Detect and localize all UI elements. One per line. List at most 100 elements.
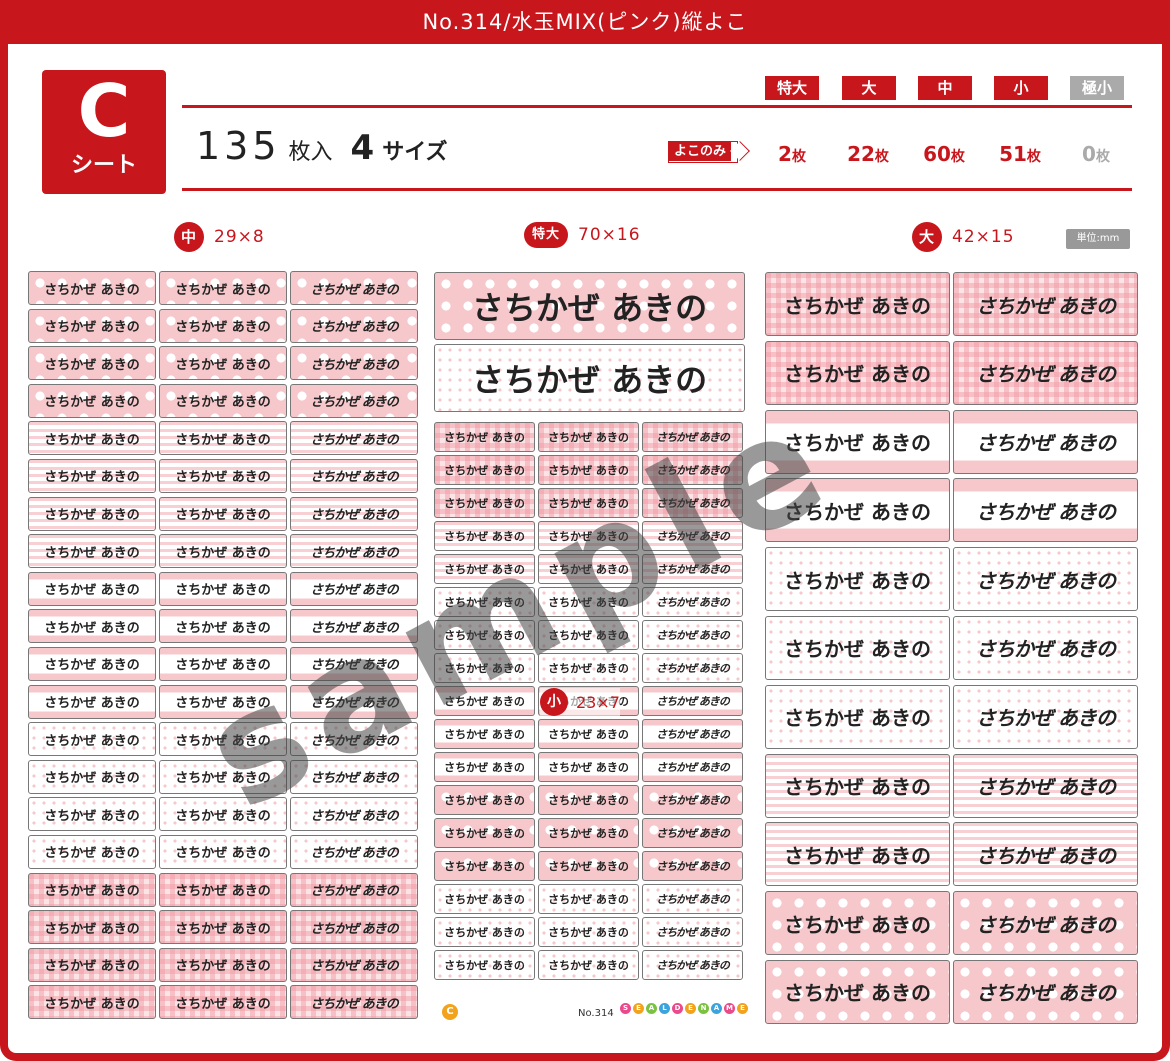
name-label: さちかぜ あきの	[642, 455, 743, 485]
name-label: さちかぜ あきの	[434, 272, 745, 340]
name-label: さちかぜ あきの	[290, 308, 418, 343]
name-label: さちかぜ あきの	[159, 834, 287, 869]
horizontal-only-tag: よこのみ	[668, 141, 750, 163]
name-label: さちかぜ あきの	[159, 571, 287, 606]
name-label: さちかぜ あきの	[28, 684, 156, 719]
brand-logo-letter: N	[698, 1003, 709, 1014]
legend-medium-dims: 29×8	[214, 227, 265, 247]
name-label: さちかぜ あきの	[538, 488, 639, 518]
legend-small-badge: 小	[540, 688, 568, 716]
brand-logo-letter: A	[711, 1003, 722, 1014]
label-count-unit: 枚入	[288, 140, 333, 165]
name-label: さちかぜ あきの	[290, 985, 418, 1020]
name-label: さちかぜ あきの	[538, 851, 639, 881]
name-label: さちかぜ あきの	[28, 722, 156, 757]
qty-xlarge: 2枚	[778, 142, 806, 166]
name-label: さちかぜ あきの	[765, 615, 950, 680]
name-label: さちかぜ あきの	[765, 684, 950, 749]
size-badge-medium: 中	[918, 76, 972, 100]
name-label: さちかぜ あきの	[159, 985, 287, 1020]
name-label: さちかぜ あきの	[434, 488, 535, 518]
name-label: さちかぜ あきの	[642, 587, 743, 617]
name-label: さちかぜ あきの	[159, 458, 287, 493]
name-label: さちかぜ あきの	[642, 950, 743, 980]
name-label: さちかぜ あきの	[159, 872, 287, 907]
qty-large: 22枚	[847, 142, 889, 166]
name-label: さちかぜ あきの	[538, 818, 639, 848]
name-label: さちかぜ あきの	[290, 421, 418, 456]
name-label: さちかぜ あきの	[434, 818, 535, 848]
name-label: さちかぜ あきの	[538, 587, 639, 617]
name-label: さちかぜ あきの	[290, 458, 418, 493]
name-label: さちかぜ あきの	[290, 609, 418, 644]
name-label: さちかぜ あきの	[28, 271, 156, 305]
large-label-grid: さちかぜ あきの さちかぜ あきの さちかぜ あきの さちかぜ あきの さちかぜ あきの…	[765, 272, 1139, 1024]
brand-logo-letter: S	[620, 1003, 631, 1014]
name-label: さちかぜ あきの	[642, 785, 743, 815]
legend-small: 小 23×7	[540, 688, 620, 716]
name-label: さちかぜ あきの	[159, 722, 287, 757]
name-label: さちかぜ あきの	[290, 383, 418, 418]
name-label: さちかぜ あきの	[28, 872, 156, 907]
name-label: さちかぜ あきの	[765, 478, 950, 543]
name-label: さちかぜ あきの	[642, 884, 743, 914]
name-label: さちかぜ あきの	[538, 455, 639, 485]
name-label: さちかぜ あきの	[538, 719, 639, 749]
name-label: さちかぜ あきの	[538, 950, 639, 980]
name-label: さちかぜ あきの	[642, 686, 743, 716]
name-label: さちかぜ あきの	[28, 834, 156, 869]
name-label: さちかぜ あきの	[159, 534, 287, 569]
name-label: さちかぜ あきの	[290, 722, 418, 757]
name-label: さちかぜ あきの	[953, 409, 1138, 474]
legend-medium: 中 29×8	[174, 222, 265, 252]
name-label: さちかぜ あきの	[434, 884, 535, 914]
horizontal-only-label: よこのみ	[669, 142, 732, 161]
name-label: さちかぜ あきの	[28, 458, 156, 493]
name-label: さちかぜ あきの	[434, 752, 535, 782]
name-label: さちかぜ あきの	[290, 271, 418, 305]
size-count: 4	[350, 128, 375, 168]
brand-logo-letter: E	[633, 1003, 644, 1014]
name-label: さちかぜ あきの	[28, 534, 156, 569]
name-label: さちかぜ あきの	[538, 917, 639, 947]
name-label: さちかぜ あきの	[159, 646, 287, 681]
name-label: さちかぜ あきの	[28, 985, 156, 1020]
legend-large-dims: 42×15	[952, 227, 1015, 247]
name-label: さちかぜ あきの	[434, 719, 535, 749]
name-label: さちかぜ あきの	[159, 910, 287, 945]
name-label: さちかぜ あきの	[642, 488, 743, 518]
name-label: さちかぜ あきの	[642, 818, 743, 848]
page-title: No.314/水玉MIX(ピンク)縦よこ	[0, 0, 1170, 44]
name-label: さちかぜ あきの	[642, 554, 743, 584]
name-label: さちかぜ あきの	[28, 797, 156, 832]
name-label: さちかぜ あきの	[765, 822, 950, 887]
name-label: さちかぜ あきの	[28, 759, 156, 794]
name-label: さちかぜ あきの	[290, 646, 418, 681]
divider-bottom	[182, 188, 1132, 191]
qty-medium: 60枚	[923, 142, 965, 166]
name-label: さちかぜ あきの	[159, 421, 287, 456]
size-count-unit: サイズ	[382, 140, 448, 165]
name-label: さちかぜ あきの	[765, 272, 950, 336]
name-label: さちかぜ あきの	[290, 496, 418, 531]
name-label: さちかぜ あきの	[28, 646, 156, 681]
name-label: さちかぜ あきの	[28, 308, 156, 343]
name-label: さちかぜ あきの	[290, 759, 418, 794]
name-label: さちかぜ あきの	[538, 554, 639, 584]
size-badge-xsmall: 極小	[1070, 76, 1124, 100]
sheet-summary: 135 枚入 4 サイズ	[196, 124, 448, 176]
name-label: さちかぜ あきの	[953, 615, 1138, 680]
unit-note: 単位:mm	[1066, 229, 1130, 249]
name-label: さちかぜ あきの	[290, 947, 418, 982]
name-label: さちかぜ あきの	[434, 686, 535, 716]
footer-number: No.314	[578, 1008, 614, 1019]
name-label: さちかぜ あきの	[159, 308, 287, 343]
name-label: さちかぜ あきの	[434, 653, 535, 683]
name-label: さちかぜ あきの	[538, 653, 639, 683]
name-label: さちかぜ あきの	[538, 752, 639, 782]
name-label: さちかぜ あきの	[159, 947, 287, 982]
name-label: さちかぜ あきの	[434, 620, 535, 650]
name-label: さちかぜ あきの	[159, 684, 287, 719]
name-label: さちかぜ あきの	[434, 422, 535, 452]
name-label: さちかぜ あきの	[642, 917, 743, 947]
